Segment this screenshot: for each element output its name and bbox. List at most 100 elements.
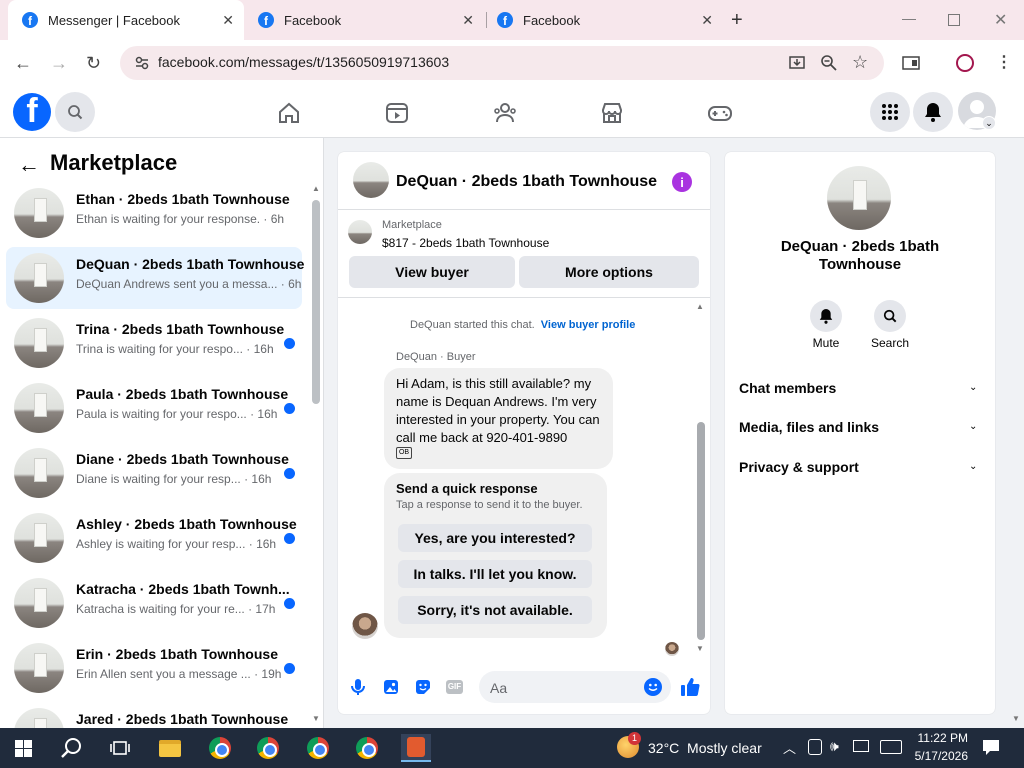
back-arrow-icon[interactable]: ← — [18, 152, 40, 178]
listing-label: Marketplace — [382, 219, 442, 231]
weather-text[interactable]: 32°C Mostly clear — [648, 740, 762, 756]
info-icon[interactable]: i — [672, 172, 692, 192]
sticker-icon[interactable] — [415, 679, 431, 695]
chrome-profile-4-icon[interactable] — [352, 734, 382, 762]
scroll-down-icon[interactable]: ▼ — [696, 644, 704, 653]
mute-label[interactable]: Mute — [801, 336, 851, 350]
windows-start-icon[interactable] — [15, 740, 32, 757]
chrome-profile-3-icon[interactable] — [303, 734, 333, 762]
notification-center-icon[interactable] — [982, 739, 1000, 756]
search-label[interactable]: Search — [865, 336, 915, 350]
menu-grid-icon[interactable] — [870, 92, 910, 132]
microphone-icon[interactable] — [351, 678, 365, 696]
chevron-down-icon[interactable]: ⌄ — [969, 421, 977, 432]
marketplace-icon[interactable] — [600, 101, 624, 125]
message-input[interactable]: Aa — [479, 671, 671, 703]
bookmark-star-icon[interactable]: ☆ — [852, 52, 868, 73]
scroll-up-icon[interactable]: ▲ — [696, 302, 704, 311]
listing-thumbnail[interactable] — [348, 220, 372, 244]
scroll-down-icon[interactable]: ▼ — [312, 714, 320, 723]
message-bubble[interactable]: Hi Adam, is this still available? my nam… — [384, 368, 613, 469]
quick-response-yes-button[interactable]: Yes, are you interested? — [398, 524, 592, 552]
tab-facebook-2[interactable]: f Facebook ✕ — [487, 0, 723, 40]
facebook-favicon-icon: f — [22, 12, 38, 28]
close-tab-icon[interactable]: ✕ — [462, 12, 474, 29]
emoji-icon[interactable] — [644, 678, 662, 696]
groups-icon[interactable] — [493, 101, 517, 125]
photo-icon[interactable] — [383, 679, 399, 695]
home-icon[interactable] — [277, 101, 301, 125]
conversation-item[interactable]: Erin · 2beds 1bath Townhouse Erin Allen s… — [6, 637, 302, 699]
chat-scrollbar[interactable] — [697, 422, 705, 640]
chevron-down-icon[interactable]: ⌄ — [969, 382, 977, 393]
task-view-icon[interactable] — [110, 739, 130, 757]
listing-price[interactable]: $817 - 2beds 1bath Townhouse — [382, 236, 549, 250]
more-options-button[interactable]: More options — [519, 256, 699, 288]
zoom-icon[interactable] — [820, 54, 838, 72]
clock-date[interactable]: 5/17/2026 — [910, 749, 968, 763]
account-chevron-icon[interactable]: ⌄ — [982, 116, 996, 130]
conversation-item[interactable]: Katracha · 2beds 1bath Townh... Katracha … — [6, 572, 302, 634]
view-buyer-profile-link[interactable]: View buyer profile — [541, 319, 636, 331]
minimize-icon[interactable]: — — [902, 10, 916, 26]
conversation-item[interactable]: Trina · 2beds 1bath Townhouse Trina is wa… — [6, 312, 302, 374]
search-conversation-icon[interactable] — [874, 300, 906, 332]
search-icon[interactable] — [55, 92, 95, 132]
quick-response-in-talks-button[interactable]: In talks. I'll let you know. — [398, 560, 592, 588]
tab-facebook-1[interactable]: f Facebook ✕ — [248, 0, 484, 40]
privacy-support-section[interactable]: Privacy & support — [739, 459, 859, 475]
browser-menu-icon[interactable]: ⋮ — [996, 52, 1012, 72]
conversation-item[interactable]: Paula · 2beds 1bath Townhouse Paula is wa… — [6, 377, 302, 439]
chat-members-section[interactable]: Chat members — [739, 380, 836, 396]
conversation-item[interactable]: Diane · 2beds 1bath Townhouse Diane is wa… — [6, 442, 302, 504]
chat-header-avatar[interactable] — [353, 162, 389, 198]
site-info-icon[interactable] — [134, 55, 150, 71]
conversation-item[interactable]: DeQuan · 2beds 1bath Townhouse DeQuan And… — [6, 247, 304, 309]
keyboard-icon[interactable] — [880, 740, 902, 754]
reload-icon[interactable]: ↻ — [86, 53, 101, 73]
facebook-logo-icon[interactable]: f — [13, 93, 51, 131]
active-app-icon[interactable] — [401, 734, 431, 762]
details-avatar[interactable] — [827, 166, 891, 230]
forward-icon[interactable]: → — [50, 53, 68, 73]
side-panel-icon[interactable] — [902, 54, 920, 72]
clock-time[interactable]: 11:22 PM — [910, 731, 968, 745]
volume-icon[interactable]: 🕪 — [830, 738, 839, 755]
chrome-profile-2-icon[interactable] — [253, 734, 283, 762]
scroll-up-icon[interactable]: ▲ — [312, 184, 320, 193]
tab-messenger[interactable]: f Messenger | Facebook ✕ — [8, 0, 244, 40]
media-files-links-section[interactable]: Media, files and links — [739, 419, 879, 435]
sidebar-scrollbar[interactable] — [312, 200, 320, 404]
tray-chevron-icon[interactable]: ︿ — [783, 738, 796, 757]
tray-device-icon[interactable] — [808, 739, 822, 755]
conversation-item[interactable]: Ashley · 2beds 1bath Townhouse Ashley is … — [6, 507, 302, 569]
chat-header-title[interactable]: DeQuan · 2beds 1bath Townhouse — [396, 173, 657, 191]
buyer-avatar[interactable] — [352, 613, 378, 639]
quick-response-not-available-button[interactable]: Sorry, it's not available. — [398, 596, 592, 624]
profile-icon[interactable] — [956, 54, 974, 72]
conversation-item[interactable]: Jared · 2beds 1bath Townhouse — [6, 702, 302, 728]
page-scroll-down-icon[interactable]: ▼ — [1012, 714, 1020, 723]
like-thumb-icon[interactable] — [680, 677, 700, 697]
conversation-item[interactable]: Ethan · 2beds 1bath Townhouse Ethan is wa… — [6, 182, 302, 244]
close-tab-icon[interactable]: ✕ — [222, 12, 234, 29]
view-buyer-button[interactable]: View buyer — [349, 256, 515, 288]
url-text[interactable]: facebook.com/messages/t/1356050919713603 — [158, 54, 449, 70]
window-close-icon[interactable]: ✕ — [994, 10, 1007, 30]
video-icon[interactable] — [385, 101, 409, 125]
file-explorer-icon[interactable] — [155, 734, 185, 762]
taskbar-search-icon[interactable] — [61, 737, 83, 759]
gif-icon[interactable]: GIF — [446, 680, 463, 694]
gaming-icon[interactable] — [707, 101, 733, 125]
close-tab-icon[interactable]: ✕ — [701, 12, 713, 29]
notifications-bell-icon[interactable] — [913, 92, 953, 132]
mute-bell-icon[interactable] — [810, 300, 842, 332]
chrome-profile-1-icon[interactable] — [205, 734, 235, 762]
network-icon[interactable] — [853, 740, 869, 752]
conversation-title: Trina · 2beds 1bath Townhouse — [76, 321, 285, 337]
new-tab-icon[interactable]: + — [731, 9, 743, 32]
chevron-down-icon[interactable]: ⌄ — [969, 461, 977, 472]
back-icon[interactable]: ← — [14, 53, 32, 73]
restore-icon[interactable] — [948, 14, 960, 26]
install-app-icon[interactable] — [788, 54, 806, 72]
